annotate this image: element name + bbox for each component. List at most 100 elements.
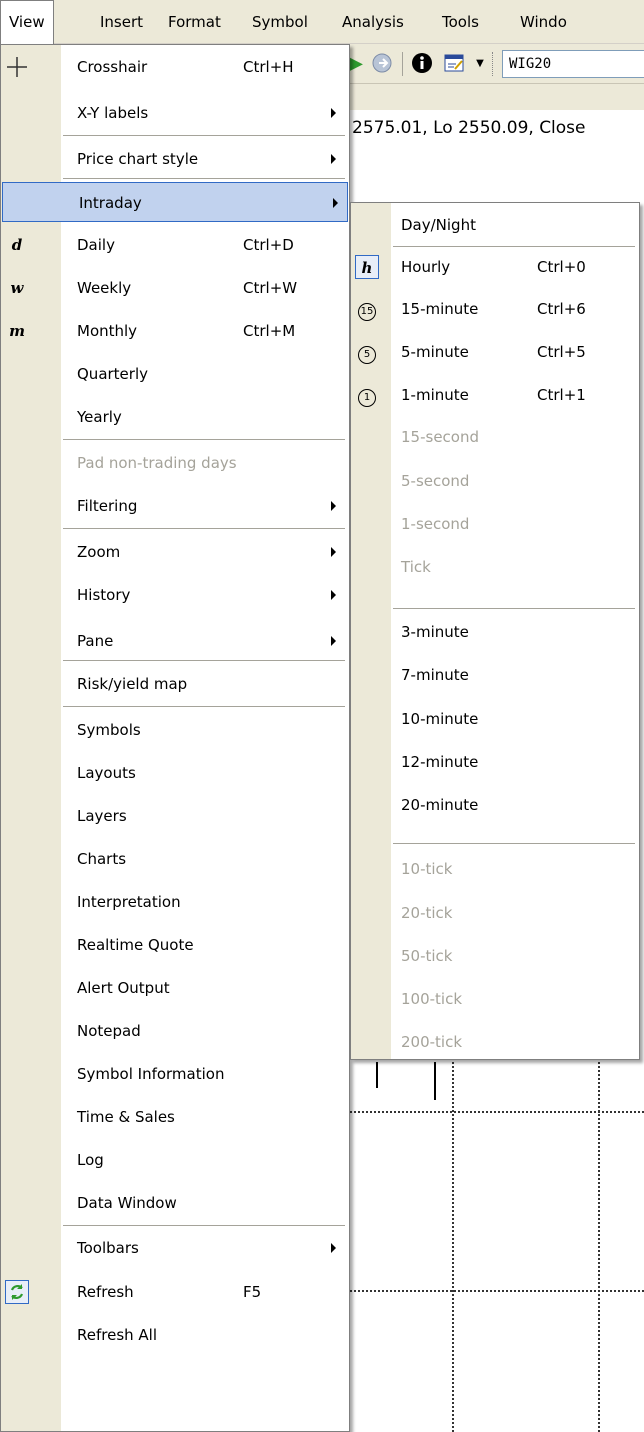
menu-item-label: Symbols <box>77 721 141 739</box>
menu-item-history[interactable]: History <box>1 575 349 615</box>
menu-item-label: History <box>77 586 131 604</box>
menu-item-shortcut: Ctrl+5 <box>537 343 586 361</box>
menu-item-20-minute[interactable]: 20-minute <box>351 785 639 825</box>
menu-item-label: 15-minute <box>401 300 479 318</box>
intraday-submenu: Day/Night h Hourly Ctrl+0 15 15-minute Ctrl+6 5… <box>350 202 640 1060</box>
menu-item-intraday[interactable]: Intraday <box>2 182 348 222</box>
menu-item-label: Monthly <box>77 322 138 340</box>
menu-separator <box>393 608 635 609</box>
menu-item-label: Data Window <box>77 1194 177 1212</box>
menu-item-shortcut: Ctrl+H <box>243 58 294 76</box>
menu-item-1-second: 1-second <box>351 504 639 544</box>
menu-view[interactable]: View <box>0 0 54 45</box>
menu-item-label: Refresh <box>77 1283 134 1301</box>
chart-gridline-v <box>452 1062 454 1432</box>
menu-item-10-minute[interactable]: 10-minute <box>351 699 639 739</box>
menu-item-label: 50-tick <box>401 947 453 965</box>
menu-item-interpretation[interactable]: Interpretation <box>1 882 349 922</box>
menu-item-label: Symbol Information <box>77 1065 225 1083</box>
menu-analysis[interactable]: Analysis <box>334 0 412 44</box>
menu-item-3-minute[interactable]: 3-minute <box>351 612 639 652</box>
menu-item-label: Day/Night <box>401 216 476 234</box>
menu-separator <box>63 1225 345 1226</box>
menu-item-label: Crosshair <box>77 58 148 76</box>
menu-item-label: 12-minute <box>401 753 479 771</box>
menu-insert[interactable]: Insert <box>92 0 151 44</box>
menu-item-day-night[interactable]: Day/Night <box>351 205 639 245</box>
menu-item-shortcut: Ctrl+D <box>243 236 294 254</box>
menu-item-log[interactable]: Log <box>1 1140 349 1180</box>
menu-item-pane[interactable]: Pane <box>1 621 349 661</box>
menu-item-refresh[interactable]: Refresh F5 <box>1 1272 349 1312</box>
menu-item-1-minute[interactable]: 1 1-minute Ctrl+1 <box>351 375 639 415</box>
menu-symbol[interactable]: Symbol <box>244 0 316 44</box>
menu-item-layouts[interactable]: Layouts <box>1 753 349 793</box>
menu-item-symbols[interactable]: Symbols <box>1 710 349 750</box>
next-icon[interactable] <box>370 52 394 76</box>
menu-item-risk-yield-map[interactable]: Risk/yield map <box>1 664 349 704</box>
menu-item-shortcut: Ctrl+1 <box>537 386 586 404</box>
menu-item-label: Charts <box>77 850 127 868</box>
menu-item-x-y-labels[interactable]: X-Y labels <box>1 93 349 133</box>
menu-item-20-tick: 20-tick <box>351 893 639 933</box>
menu-item-crosshair[interactable]: Crosshair Ctrl+H <box>1 47 349 87</box>
menu-item-label: 1-minute <box>401 386 469 404</box>
properties-icon[interactable] <box>442 52 466 76</box>
menu-item-label: Alert Output <box>77 979 170 997</box>
menu-item-alert-output[interactable]: Alert Output <box>1 968 349 1008</box>
menu-item-200-tick: 200-tick <box>351 1022 639 1062</box>
menu-item-layers[interactable]: Layers <box>1 796 349 836</box>
menu-item-label: Refresh All <box>77 1326 158 1344</box>
menu-item-label: Interpretation <box>77 893 181 911</box>
menu-item-label: 3-minute <box>401 623 469 641</box>
menu-item-time-sales[interactable]: Time & Sales <box>1 1097 349 1137</box>
crosshair-icon <box>5 55 29 79</box>
chart-bar <box>434 1062 436 1100</box>
menu-item-refresh-all[interactable]: Refresh All <box>1 1315 349 1355</box>
tab-strip <box>350 84 644 110</box>
toolbar-overflow-icon[interactable]: ▼ <box>468 52 492 76</box>
menu-format[interactable]: Format <box>160 0 229 44</box>
menu-item-weekly[interactable]: w Weekly Ctrl+W <box>1 268 349 308</box>
menu-item-label: Layers <box>77 807 127 825</box>
menu-separator <box>63 528 345 529</box>
menu-separator <box>63 439 345 440</box>
menu-separator <box>63 178 345 179</box>
menu-item-quarterly[interactable]: Quarterly <box>1 354 349 394</box>
menu-item-label: 1-second <box>401 515 470 533</box>
menu-item-shortcut: Ctrl+W <box>243 279 298 297</box>
menu-item-5-minute[interactable]: 5 5-minute Ctrl+5 <box>351 332 639 372</box>
menu-window[interactable]: Windo <box>512 0 575 44</box>
menu-item-toolbars[interactable]: Toolbars <box>1 1228 349 1268</box>
menu-item-realtime-quote[interactable]: Realtime Quote <box>1 925 349 965</box>
menu-tools[interactable]: Tools <box>434 0 487 44</box>
symbol-input[interactable]: WIG20 <box>502 50 644 78</box>
menu-item-label: Pane <box>77 632 114 650</box>
circled-number-icon: 1 <box>355 383 379 407</box>
menu-item-zoom[interactable]: Zoom <box>1 532 349 572</box>
submenu-arrow-icon <box>331 547 336 557</box>
menu-item-label: X-Y labels <box>77 104 149 122</box>
menu-item-symbol-information[interactable]: Symbol Information <box>1 1054 349 1094</box>
menu-item-price-chart-style[interactable]: Price chart style <box>1 139 349 179</box>
menu-item-12-minute[interactable]: 12-minute <box>351 742 639 782</box>
menu-item-label: Price chart style <box>77 150 199 168</box>
menu-item-daily[interactable]: d Daily Ctrl+D <box>1 225 349 265</box>
menu-item-15-minute[interactable]: 15 15-minute Ctrl+6 <box>351 289 639 329</box>
menu-item-label: Log <box>77 1151 104 1169</box>
menu-item-7-minute[interactable]: 7-minute <box>351 655 639 695</box>
submenu-arrow-icon <box>333 198 338 208</box>
menu-item-data-window[interactable]: Data Window <box>1 1183 349 1223</box>
menu-item-shortcut: Ctrl+M <box>243 322 296 340</box>
info-icon[interactable] <box>410 52 434 76</box>
menu-item-charts[interactable]: Charts <box>1 839 349 879</box>
menu-item-monthly[interactable]: m Monthly Ctrl+M <box>1 311 349 351</box>
m-letter-icon: m <box>9 322 25 340</box>
menu-item-label: Yearly <box>77 408 122 426</box>
menu-item-label: Weekly <box>77 279 132 297</box>
menu-item-yearly[interactable]: Yearly <box>1 397 349 437</box>
menu-item-filtering[interactable]: Filtering <box>1 486 349 526</box>
menu-item-notepad[interactable]: Notepad <box>1 1011 349 1051</box>
menu-item-hourly[interactable]: h Hourly Ctrl+0 <box>351 247 639 287</box>
submenu-arrow-icon <box>331 108 336 118</box>
